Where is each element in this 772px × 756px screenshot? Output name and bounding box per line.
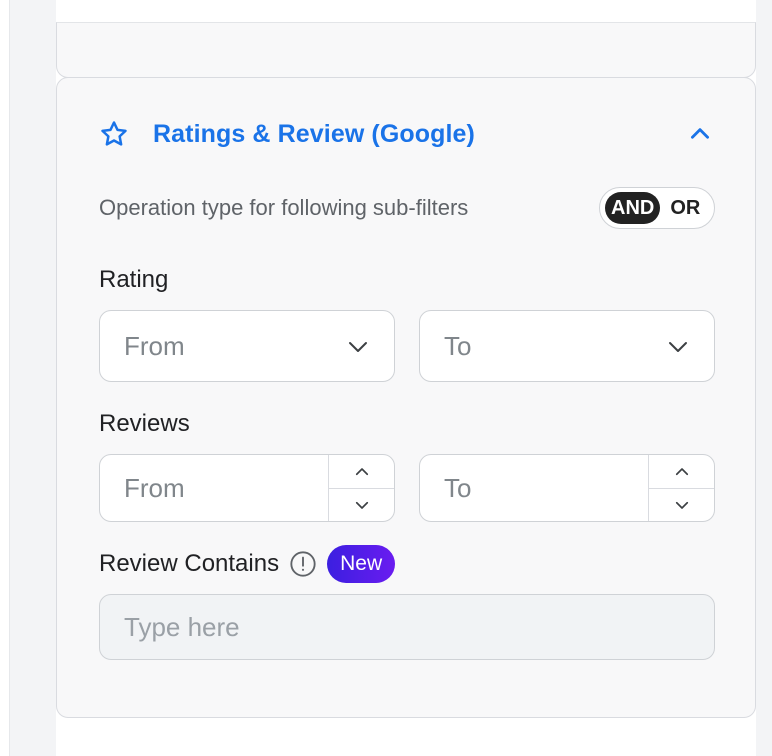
- decrement-button[interactable]: [649, 488, 714, 521]
- rating-from-select[interactable]: From: [99, 310, 395, 382]
- previous-filter-card: [56, 22, 756, 78]
- left-rail: [0, 0, 10, 756]
- increment-button[interactable]: [649, 455, 714, 488]
- increment-button[interactable]: [329, 455, 394, 488]
- reviews-to-input[interactable]: [420, 455, 648, 521]
- reviews-label: Reviews: [99, 410, 190, 437]
- rating-from-placeholder: From: [124, 330, 185, 361]
- review-contains-label: Review Contains: [99, 550, 280, 577]
- toggle-option-and[interactable]: AND: [605, 192, 661, 224]
- operation-type-row: Operation type for following sub-filters…: [99, 186, 715, 230]
- chevron-up-icon: [675, 467, 688, 475]
- panel-title: Ratings & Review (Google): [153, 119, 475, 148]
- chevron-down-icon: [355, 501, 368, 509]
- reviews-to-spinner: [648, 455, 714, 521]
- new-badge: New: [327, 545, 396, 583]
- rating-label: Rating: [99, 266, 169, 293]
- reviews-to-number: [419, 454, 715, 522]
- and-or-toggle[interactable]: AND OR: [599, 187, 715, 229]
- reviews-from-spinner: [328, 455, 394, 521]
- chevron-up-icon[interactable]: [687, 121, 713, 147]
- chevron-down-icon: [675, 501, 688, 509]
- chevron-down-icon: [346, 334, 370, 358]
- review-contains-input[interactable]: [100, 595, 714, 659]
- reviews-from-input[interactable]: [100, 455, 328, 521]
- operation-type-label: Operation type for following sub-filters: [99, 195, 469, 220]
- rating-to-select[interactable]: To: [419, 310, 715, 382]
- review-contains-field: [99, 594, 715, 660]
- chevron-up-icon: [355, 467, 368, 475]
- toggle-option-or[interactable]: OR: [666, 197, 704, 220]
- decrement-button[interactable]: [329, 488, 394, 521]
- info-icon[interactable]: [289, 550, 317, 578]
- ratings-review-filter-card: Ratings & Review (Google) Operation type…: [56, 77, 756, 718]
- ratings-review-header[interactable]: Ratings & Review (Google): [99, 116, 713, 152]
- reviews-from-number: [99, 454, 395, 522]
- star-icon: [99, 119, 129, 149]
- chevron-down-icon: [666, 334, 690, 358]
- rating-to-placeholder: To: [444, 330, 472, 361]
- review-contains-row: Review Contains New: [99, 544, 396, 584]
